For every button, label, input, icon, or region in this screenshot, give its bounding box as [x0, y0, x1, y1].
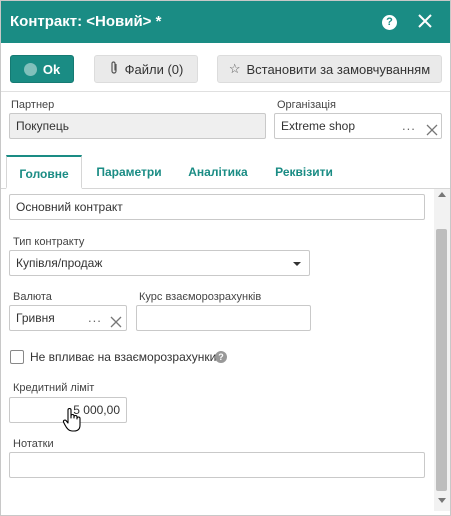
organization-value: Extreme shop [281, 119, 356, 133]
notes-label: Нотатки [13, 438, 54, 450]
currency-field[interactable]: Гривня ... [9, 305, 127, 331]
ok-button[interactable]: Ok [10, 55, 74, 83]
partner-label: Партнер [11, 99, 55, 111]
contract-name-field[interactable]: Основний контракт [9, 194, 425, 220]
no-effect-checkbox-label: Не впливає на взаєморозрахунки [30, 350, 217, 364]
files-button[interactable]: Файли (0) [94, 55, 198, 83]
tab-main[interactable]: Головне [6, 155, 82, 189]
notes-input[interactable] [9, 452, 425, 478]
organization-label: Організація [277, 99, 336, 111]
check-circle-icon [23, 62, 37, 76]
currency-value: Гривня [16, 311, 55, 325]
scroll-thumb[interactable] [436, 229, 447, 491]
tab-analytics[interactable]: Аналітика [182, 155, 254, 189]
tab-bar: Головне Параметри Аналітика Реквізити [1, 155, 450, 189]
set-default-button-label: Встановити за замовчуванням [246, 61, 431, 77]
toolbar: Ok Файли (0) ☆ Встановити за замовчуванн… [1, 43, 450, 91]
help-icon[interactable]: ? [382, 15, 397, 30]
title-bar: Контракт: <Новий> * ? [1, 1, 450, 43]
close-icon[interactable] [414, 10, 436, 32]
window-title: Контракт: <Новий> * [10, 13, 162, 30]
partner-field: Покупець [9, 113, 266, 139]
contract-type-select[interactable]: Купівля/продаж [9, 250, 310, 276]
clear-icon[interactable] [426, 120, 438, 136]
hand-cursor-icon [62, 407, 82, 433]
scrollbar[interactable] [434, 189, 450, 511]
paperclip-icon [109, 60, 119, 78]
tab-requisites[interactable]: Реквізити [268, 155, 340, 189]
contract-name-value: Основний контракт [16, 200, 123, 214]
help-icon[interactable]: ? [215, 351, 227, 363]
exchange-rate-input[interactable] [136, 305, 311, 331]
tab-parameters[interactable]: Параметри [91, 155, 167, 189]
files-button-label: Файли (0) [124, 61, 184, 77]
scroll-up-icon[interactable] [438, 192, 446, 197]
organization-select-button[interactable]: ... [402, 114, 416, 138]
currency-select-button[interactable]: ... [88, 306, 102, 330]
exchange-rate-label: Курс взаєморозрахунків [139, 291, 262, 303]
main-tab-content: Основний контракт Тип контракту Купівля/… [1, 189, 434, 511]
scroll-down-icon[interactable] [438, 498, 446, 503]
organization-field[interactable]: Extreme shop ... [274, 113, 442, 139]
set-default-button[interactable]: ☆ Встановити за замовчуванням [217, 55, 442, 83]
contract-type-value: Купівля/продаж [16, 256, 103, 270]
contract-dialog: Контракт: <Новий> * ? Ok Файли (0) ☆ Вст… [0, 0, 451, 516]
no-effect-checkbox[interactable] [10, 350, 24, 364]
toolbar-divider [1, 91, 450, 92]
currency-label: Валюта [13, 291, 52, 303]
star-icon: ☆ [228, 61, 241, 76]
partner-value: Покупець [16, 119, 69, 133]
contract-type-label: Тип контракту [13, 236, 85, 248]
ok-button-label: Ok [42, 61, 61, 77]
chevron-down-icon [293, 262, 301, 266]
clear-icon[interactable] [110, 312, 122, 328]
credit-limit-label: Кредитний ліміт [13, 382, 95, 394]
